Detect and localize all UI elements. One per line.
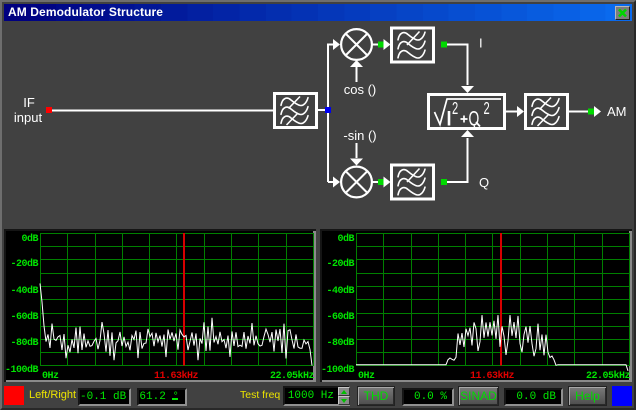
svg-text:I: I <box>479 36 483 51</box>
svg-text:0Hz: 0Hz <box>42 371 59 382</box>
svg-text:cos (): cos () <box>344 82 377 97</box>
svg-text:-20dB: -20dB <box>10 258 38 270</box>
svg-text:0dB: 0dB <box>337 233 354 245</box>
svg-text:11.63kHz: 11.63kHz <box>470 370 515 382</box>
svg-text:2: 2 <box>452 98 458 118</box>
svg-text:-100dB: -100dB <box>5 364 39 376</box>
svg-text:-80dB: -80dB <box>10 337 38 349</box>
svg-text:-40dB: -40dB <box>10 285 38 297</box>
svg-text:22.05kHz: 22.05kHz <box>270 370 315 382</box>
svg-text:11.63kHz: 11.63kHz <box>154 370 199 382</box>
svg-text:-60dB: -60dB <box>10 311 38 323</box>
svg-text:Q: Q <box>479 175 489 190</box>
svg-text:0Hz: 0Hz <box>358 371 375 382</box>
svg-text:IF: IF <box>23 95 35 110</box>
svg-text:0dB: 0dB <box>21 233 38 245</box>
svg-text:-sin (): -sin () <box>343 128 376 143</box>
svg-text:-20dB: -20dB <box>326 258 354 270</box>
svg-text:2: 2 <box>484 98 490 118</box>
svg-text:Q: Q <box>469 107 480 131</box>
svg-text:AM: AM <box>607 104 627 119</box>
svg-text:-60dB: -60dB <box>326 311 354 323</box>
svg-text:-80dB: -80dB <box>326 337 354 349</box>
svg-text:-40dB: -40dB <box>326 285 354 297</box>
svg-text:input: input <box>14 110 43 125</box>
svg-text:-100dB: -100dB <box>321 364 355 376</box>
svg-text:22.05kHz: 22.05kHz <box>586 370 631 382</box>
